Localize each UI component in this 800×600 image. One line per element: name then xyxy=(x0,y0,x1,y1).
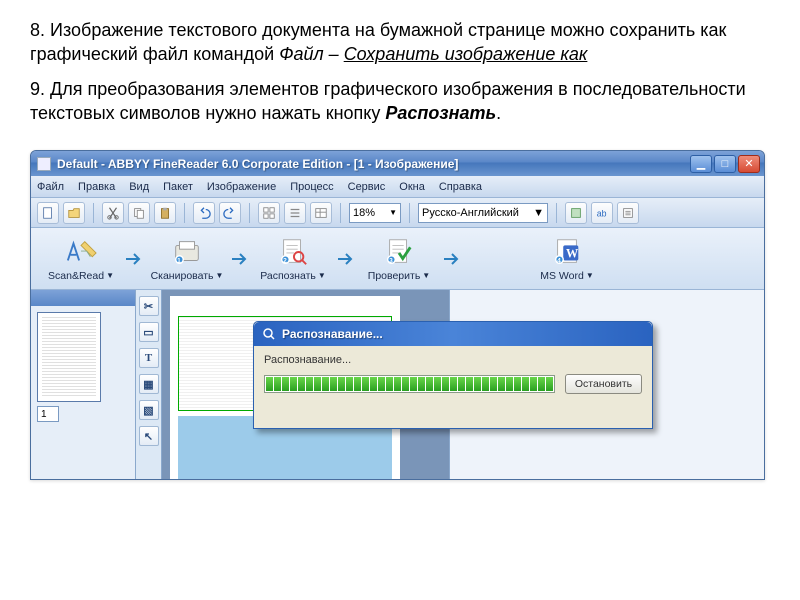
redo-button[interactable] xyxy=(219,202,241,224)
dialog-titlebar[interactable]: Распознавание... xyxy=(254,322,652,346)
close-button[interactable]: ✕ xyxy=(738,155,760,173)
paste-button[interactable] xyxy=(154,202,176,224)
progress-dialog: Распознавание... Распознавание... Остано… xyxy=(253,321,653,429)
recognize-button[interactable]: 2 Распознать▼ xyxy=(253,231,333,287)
thumbnail-pane: 1 xyxy=(31,290,136,479)
image-toolstrip: ✂ ▭ T ▦ ▧ ↖ xyxy=(136,290,162,479)
menu-windows[interactable]: Окна xyxy=(399,181,425,193)
picture-tool-icon[interactable]: ▧ xyxy=(139,400,159,420)
main-toolbar: Scan&Read▼ 1 Сканировать▼ 2 Распознать▼ … xyxy=(31,228,764,290)
svg-text:2: 2 xyxy=(283,257,287,264)
new-button[interactable] xyxy=(37,202,59,224)
view-thumb-button[interactable] xyxy=(258,202,280,224)
menu-batch[interactable]: Пакет xyxy=(163,181,193,193)
crop-tool-icon[interactable]: ✂ xyxy=(139,296,159,316)
check-button[interactable]: 3 Проверить▼ xyxy=(359,231,439,287)
page-number-field[interactable]: 1 xyxy=(37,406,59,422)
menubar: Файл Правка Вид Пакет Изображение Процес… xyxy=(31,176,764,198)
cut-button[interactable] xyxy=(102,202,124,224)
arrow-icon xyxy=(439,252,465,266)
msword-button[interactable]: W4 MS Word▼ xyxy=(527,231,607,287)
menu-image[interactable]: Изображение xyxy=(207,181,276,193)
arrow-icon xyxy=(227,252,253,266)
menu-edit[interactable]: Правка xyxy=(78,181,115,193)
svg-text:ab: ab xyxy=(597,208,607,218)
table-tool-icon[interactable]: ▦ xyxy=(139,374,159,394)
svg-text:1: 1 xyxy=(177,257,181,264)
instruction-9: 9. Для преобразования элементов графичес… xyxy=(30,77,770,126)
dialog-status-text: Распознавание... xyxy=(264,354,642,366)
stop-button[interactable]: Остановить xyxy=(565,374,642,394)
titlebar[interactable]: Default - ABBYY FineReader 6.0 Corporate… xyxy=(31,151,764,176)
dict-button[interactable] xyxy=(565,202,587,224)
svg-text:4: 4 xyxy=(557,257,561,264)
view-list-button[interactable] xyxy=(284,202,306,224)
standard-toolbar: 18%▼ Русско-Английский▼ ab xyxy=(31,198,764,228)
menu-process[interactable]: Процесс xyxy=(290,181,333,193)
scan-button[interactable]: 1 Сканировать▼ xyxy=(147,231,227,287)
view-detail-button[interactable] xyxy=(310,202,332,224)
menu-service[interactable]: Сервис xyxy=(348,181,386,193)
options-button[interactable] xyxy=(617,202,639,224)
menu-view[interactable]: Вид xyxy=(129,181,149,193)
undo-button[interactable] xyxy=(193,202,215,224)
magnifier-icon xyxy=(262,327,276,341)
spell-button[interactable]: ab xyxy=(591,202,613,224)
language-select[interactable]: Русско-Английский▼ xyxy=(418,203,548,223)
progress-bar xyxy=(264,375,555,393)
zoom-select[interactable]: 18%▼ xyxy=(349,203,401,223)
scanread-button[interactable]: Scan&Read▼ xyxy=(41,231,121,287)
svg-text:3: 3 xyxy=(389,257,393,264)
window-title: Default - ABBYY FineReader 6.0 Corporate… xyxy=(57,157,690,171)
app-icon xyxy=(37,157,51,171)
minimize-button[interactable]: ▁ xyxy=(690,155,712,173)
finereader-window: Default - ABBYY FineReader 6.0 Corporate… xyxy=(30,150,765,480)
arrow-icon xyxy=(333,252,359,266)
arrow-icon xyxy=(121,252,147,266)
svg-text:W: W xyxy=(566,246,579,260)
instruction-8: 8. Изображение текстового документа на б… xyxy=(30,18,770,67)
maximize-button[interactable]: □ xyxy=(714,155,736,173)
open-button[interactable] xyxy=(63,202,85,224)
page-thumbnail[interactable] xyxy=(37,312,101,402)
menu-help[interactable]: Справка xyxy=(439,181,482,193)
pointer-tool-icon[interactable]: ↖ xyxy=(139,426,159,446)
menu-file[interactable]: Файл xyxy=(37,181,64,193)
copy-button[interactable] xyxy=(128,202,150,224)
select-tool-icon[interactable]: ▭ xyxy=(139,322,159,342)
text-block-tool-icon[interactable]: T xyxy=(139,348,159,368)
